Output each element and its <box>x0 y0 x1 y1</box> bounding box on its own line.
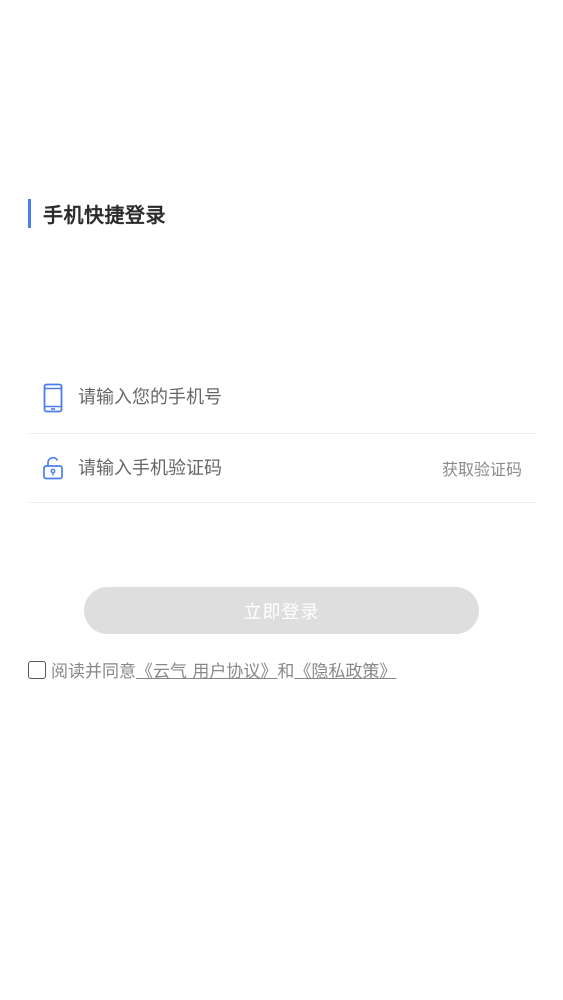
mobile-phone-icon <box>28 383 78 413</box>
get-code-button[interactable]: 获取验证码 <box>442 456 536 480</box>
user-agreement-link[interactable]: 《云气 用户协议》 <box>136 657 277 682</box>
title-accent-bar <box>28 198 31 228</box>
agreement-prefix: 阅读并同意 <box>51 662 136 682</box>
page-title: 手机快捷登录 <box>43 202 166 227</box>
agreement-conjunction: 和 <box>277 662 295 682</box>
agreement-checkbox[interactable] <box>28 660 46 679</box>
phone-row <box>28 362 536 434</box>
page-header: 手机快捷登录 <box>28 198 166 228</box>
unlock-icon <box>28 456 78 480</box>
login-button[interactable]: 立即登录 <box>84 587 479 634</box>
verification-code-input[interactable] <box>78 448 442 488</box>
agreement-row: 阅读并同意 《云气 用户协议》 和 《隐私政策》 <box>28 657 396 682</box>
code-row: 获取验证码 <box>28 434 536 503</box>
phone-input[interactable] <box>78 377 536 418</box>
privacy-policy-link[interactable]: 《隐私政策》 <box>294 657 396 682</box>
